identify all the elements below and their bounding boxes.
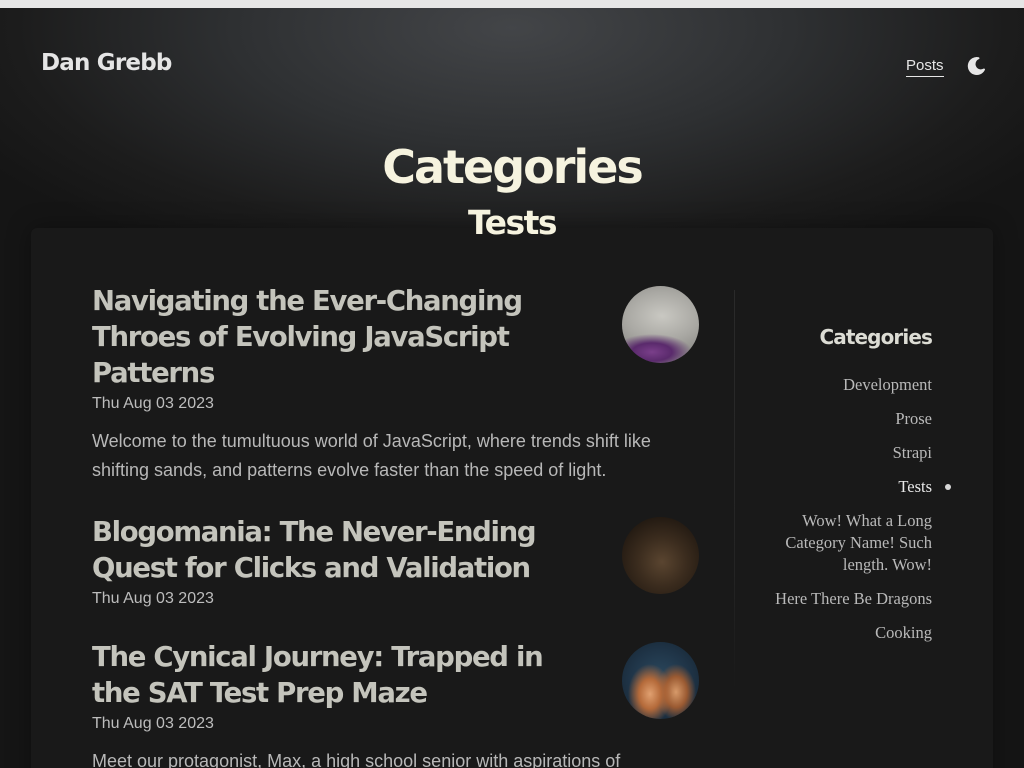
category-item: Cooking — [751, 622, 932, 644]
post-title-link[interactable]: Navigating the Ever-Changing Throes of E… — [92, 283, 592, 391]
post-thumbnail-image[interactable] — [622, 642, 699, 719]
post-item: Navigating the Ever-Changing Throes of E… — [92, 283, 702, 485]
site-brand-link[interactable]: Dan Grebb — [41, 50, 172, 76]
post-title-link[interactable]: Blogomania: The Never-Ending Quest for C… — [92, 514, 592, 586]
category-list: Development Prose Strapi Tests Wow! What… — [751, 374, 951, 644]
page-title: Categories — [382, 140, 644, 194]
content-card: Navigating the Ever-Changing Throes of E… — [31, 228, 993, 768]
page-subtitle: Tests — [467, 203, 558, 242]
post-item: The Cynical Journey: Trapped in the SAT … — [92, 639, 702, 768]
category-link-development[interactable]: Development — [843, 374, 932, 396]
category-item: Prose — [751, 408, 932, 430]
post-thumbnail-image[interactable] — [622, 517, 699, 594]
sidebar-divider — [734, 290, 735, 690]
post-date: Thu Aug 03 2023 — [92, 590, 214, 607]
category-item: Strapi — [751, 442, 932, 464]
active-indicator-dot — [945, 484, 951, 490]
moon-icon[interactable] — [965, 55, 987, 77]
category-item-active: Tests — [751, 476, 951, 498]
sidebar-heading: Categories — [819, 325, 932, 349]
nav-posts-link[interactable]: Posts — [906, 57, 944, 77]
post-thumbnail-image[interactable] — [622, 286, 699, 363]
post-item: Blogomania: The Never-Ending Quest for C… — [92, 514, 702, 608]
category-link-strapi[interactable]: Strapi — [893, 442, 932, 464]
category-link-dragons[interactable]: Here There Be Dragons — [775, 588, 932, 610]
category-link-long-name[interactable]: Wow! What a Long Category Name! Such len… — [751, 510, 932, 576]
post-date: Thu Aug 03 2023 — [92, 395, 214, 412]
post-excerpt: Meet our protagonist, Max, a high school… — [92, 751, 621, 768]
category-item: Wow! What a Long Category Name! Such len… — [751, 510, 932, 576]
category-link-cooking[interactable]: Cooking — [875, 622, 932, 644]
site-header: Dan Grebb Posts — [0, 8, 1024, 108]
post-excerpt: Welcome to the tumultuous world of JavaS… — [92, 431, 651, 480]
browser-top-bar — [0, 0, 1024, 8]
category-item: Development — [751, 374, 932, 396]
category-link-prose[interactable]: Prose — [895, 408, 932, 430]
post-date: Thu Aug 03 2023 — [92, 715, 214, 732]
categories-sidebar: Categories Development Prose Strapi Test… — [751, 318, 951, 656]
category-item: Here There Be Dragons — [751, 588, 932, 610]
post-title-link[interactable]: The Cynical Journey: Trapped in the SAT … — [92, 639, 592, 711]
category-link-tests[interactable]: Tests — [898, 476, 932, 498]
